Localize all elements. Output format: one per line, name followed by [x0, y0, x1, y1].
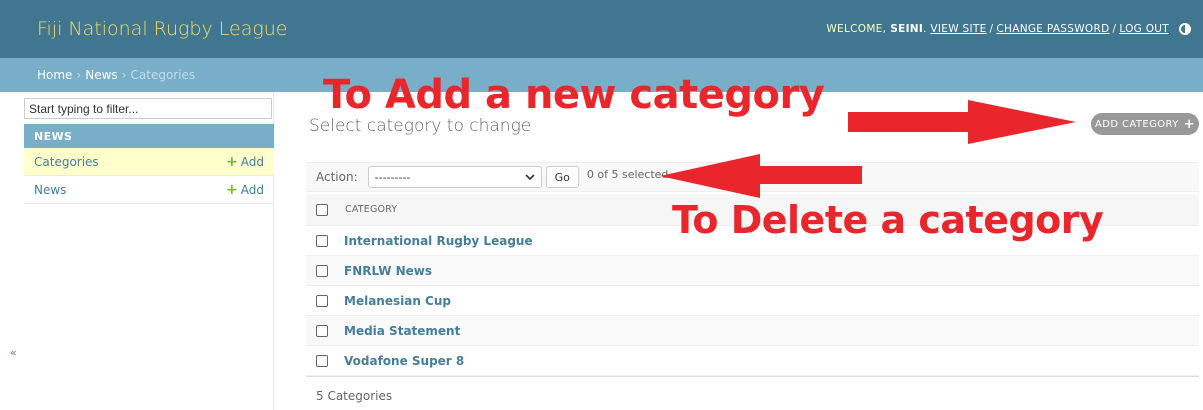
category-link[interactable]: International Rugby League	[344, 234, 533, 248]
theme-toggle-icon[interactable]	[1179, 23, 1191, 35]
go-button[interactable]: Go	[545, 166, 579, 188]
nav-filter-input[interactable]	[24, 98, 272, 119]
add-category-label: ADD CATEGORY	[1094, 118, 1179, 130]
page-title: Select category to change	[309, 116, 532, 136]
plus-icon: +	[226, 181, 238, 198]
breadcrumb-separator: ›	[121, 68, 127, 82]
annotation-delete-note: To Delete a category	[672, 198, 1104, 242]
add-label: Add	[240, 182, 264, 197]
action-select[interactable]: ---------	[367, 166, 542, 188]
table-row: Vodafone Super 8	[306, 346, 1199, 376]
category-link[interactable]: FNRLW News	[344, 264, 432, 278]
table-row: Melanesian Cup	[306, 286, 1199, 316]
log-out-link[interactable]: LOG OUT	[1119, 23, 1169, 35]
column-header-category[interactable]: CATEGORY	[345, 204, 397, 215]
separator: /	[1112, 23, 1117, 35]
row-checkbox[interactable]	[316, 294, 328, 307]
site-title[interactable]: Fiji National Rugby League	[37, 18, 288, 40]
add-news-link[interactable]: + Add	[226, 183, 264, 197]
category-link[interactable]: Vodafone Super 8	[344, 354, 464, 368]
username: SEINI	[890, 23, 924, 35]
category-link[interactable]: Melanesian Cup	[344, 294, 451, 308]
admin-page: Fiji National Rugby League WELCOME, SEIN…	[0, 0, 1203, 410]
table-row: FNRLW News	[306, 256, 1199, 286]
punct: .	[923, 23, 931, 35]
add-label: Add	[240, 154, 264, 169]
breadcrumb-separator: ›	[76, 68, 82, 82]
breadcrumb-current: Categories	[130, 68, 196, 82]
user-tools: WELCOME, SEINI. VIEW SITE / CHANGE PASSW…	[826, 23, 1191, 35]
breadcrumb-news[interactable]: News	[85, 68, 117, 82]
row-checkbox[interactable]	[316, 264, 328, 277]
paginator: 5 Categories	[306, 376, 1199, 410]
row-checkbox[interactable]	[316, 234, 328, 247]
app-caption-news[interactable]: NEWS	[24, 124, 274, 148]
action-label: Action:	[316, 170, 358, 184]
category-link[interactable]: Media Statement	[344, 324, 460, 338]
nav-sidebar: NEWS Categories + Add News + Add	[24, 92, 274, 410]
sidebar-item-news: News + Add	[24, 176, 274, 204]
chevron-down-icon	[525, 174, 535, 181]
annotation-add-note: To Add a new category	[323, 72, 825, 118]
selection-counter: 0 of 5 selected	[586, 167, 669, 181]
breadcrumb-home[interactable]: Home	[37, 68, 72, 82]
change-password-link[interactable]: CHANGE PASSWORD	[996, 23, 1109, 35]
sidebar-item-label[interactable]: News	[34, 183, 66, 197]
right-arrow-icon	[848, 100, 1076, 144]
table-row: Media Statement	[306, 316, 1199, 346]
plus-icon: +	[226, 153, 238, 170]
select-all-checkbox[interactable]	[316, 203, 328, 216]
actions-bar: Action: --------- Go 0 of 5 selected	[306, 162, 1199, 192]
plus-icon: +	[1183, 116, 1196, 132]
row-checkbox[interactable]	[316, 324, 328, 337]
welcome-text: WELCOME,	[826, 23, 887, 35]
sidebar-item-categories: Categories + Add	[24, 148, 274, 176]
action-selected-value: ---------	[374, 170, 411, 184]
sidebar-item-label[interactable]: Categories	[34, 155, 99, 169]
toggle-sidebar-button[interactable]: «	[10, 346, 17, 359]
add-categories-link[interactable]: + Add	[226, 155, 264, 169]
view-site-link[interactable]: VIEW SITE	[930, 23, 986, 35]
row-checkbox[interactable]	[316, 354, 328, 367]
separator: /	[989, 23, 994, 35]
add-category-button[interactable]: ADD CATEGORY +	[1091, 113, 1199, 135]
header: Fiji National Rugby League WELCOME, SEIN…	[0, 0, 1203, 58]
